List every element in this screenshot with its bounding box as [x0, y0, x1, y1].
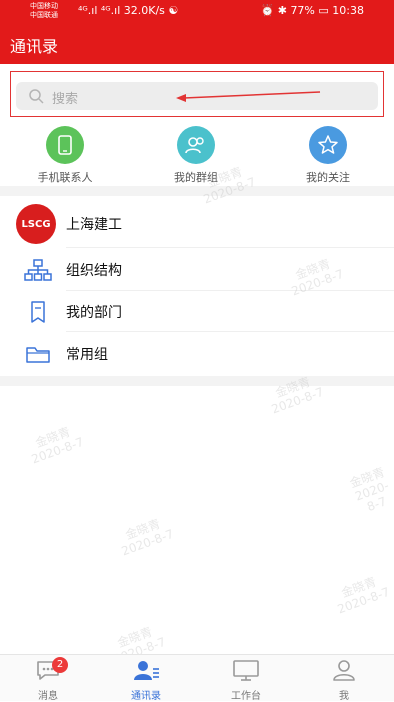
status-bar: 中国移动 中国联通 ⁴ᴳ.ıl ⁴ᴳ.ıl 32.0K/s ☯ ⏰ ✱ 77% …: [0, 0, 394, 22]
watermark-name: 金晓青: [115, 624, 155, 651]
quick-action-my-groups[interactable]: 我的群组: [136, 126, 256, 184]
watermark-date: 2020-8-7: [269, 384, 326, 417]
list-item-org-structure[interactable]: 组织结构: [0, 250, 394, 290]
watermark: 金晓青 2020-8-7: [331, 572, 392, 617]
org-chart-icon: [24, 259, 52, 281]
bluetooth-icon: ✱: [277, 4, 287, 17]
network-speed-value: 32.0K/s: [123, 4, 165, 17]
watermark-name: 金晓青: [339, 574, 379, 601]
watermark: 金晓青 2020-8-7: [344, 464, 394, 519]
unread-badge: 2: [52, 657, 68, 673]
list-item-my-department[interactable]: 我的部门: [0, 292, 394, 332]
app-bar: 通讯录: [0, 22, 394, 64]
status-right: ⏰ ✱ 77% ▭ 10:38: [261, 4, 364, 17]
search-placeholder: 搜索: [52, 92, 79, 107]
profile-icon: [333, 660, 355, 681]
watermark-name: 金晓青: [347, 465, 387, 491]
quick-action-label: 我的关注: [306, 171, 350, 184]
signal-icon: ⁴ᴳ.ıl ⁴ᴳ.ıl: [78, 4, 121, 17]
annotation-arrow-icon: [176, 91, 321, 102]
watermark-date: 2020-8-7: [119, 526, 176, 559]
list-item-label: 常用组: [66, 347, 108, 363]
clock: 10:38: [332, 4, 364, 17]
quick-action-phone-contacts[interactable]: 手机联系人: [5, 126, 125, 184]
row-separator: [66, 290, 394, 291]
bottom-tab-bar: 2 消息 通讯录 工作台 我: [0, 654, 394, 702]
star-icon: [309, 126, 347, 164]
section-divider: [0, 186, 394, 196]
battery-level: 77%: [290, 4, 315, 17]
carrier-2: 中国联通: [30, 11, 58, 19]
list-item-frequent-groups[interactable]: 常用组: [0, 334, 394, 374]
folder-icon: [26, 347, 50, 363]
list-item-label: 组织结构: [66, 263, 122, 279]
contacts-icon: [134, 661, 159, 680]
org-row[interactable]: LSCG 上海建工: [0, 204, 394, 244]
watermark-name: 金晓青: [123, 516, 163, 543]
workbench-icon: [233, 660, 259, 681]
carrier-info: 中国移动 中国联通: [30, 2, 58, 20]
quick-action-label: 手机联系人: [37, 171, 93, 184]
tab-workbench[interactable]: 工作台: [216, 659, 276, 702]
watermark: 金晓青 2020-8-7: [25, 422, 86, 467]
org-logo: LSCG: [16, 204, 56, 244]
list-item-label: 我的部门: [66, 305, 122, 321]
network-speed: ⁴ᴳ.ıl ⁴ᴳ.ıl 32.0K/s ☯: [78, 4, 178, 17]
watermark-name: 金晓青: [33, 424, 73, 451]
watermark-date: 2020-8-7: [335, 584, 392, 617]
group-icon: [177, 126, 215, 164]
quick-action-label: 我的群组: [174, 171, 218, 184]
tab-contacts[interactable]: 通讯录: [116, 659, 176, 702]
search-icon: [29, 89, 44, 104]
org-name: 上海建工: [66, 217, 122, 233]
page-title: 通讯录: [10, 37, 59, 56]
alarm-icon: ⏰: [260, 4, 275, 17]
watermark-date: 2020-8-7: [29, 434, 86, 467]
watermark: 金晓青 2020-8-7: [115, 514, 176, 559]
carrier-1: 中国移动: [30, 2, 58, 10]
tab-messages[interactable]: 2 消息: [18, 657, 78, 702]
watermark-date: 2020-8-7: [353, 478, 391, 515]
app-notify-icon: ☯: [168, 4, 179, 17]
bookmark-icon: [31, 301, 45, 323]
phone-icon: [46, 126, 84, 164]
section-divider: [0, 376, 394, 386]
row-separator: [66, 331, 394, 332]
row-separator: [66, 247, 394, 248]
quick-action-my-follows[interactable]: 我的关注: [268, 126, 388, 184]
tab-profile[interactable]: 我: [314, 659, 374, 702]
battery-icon: ▭: [318, 4, 329, 17]
